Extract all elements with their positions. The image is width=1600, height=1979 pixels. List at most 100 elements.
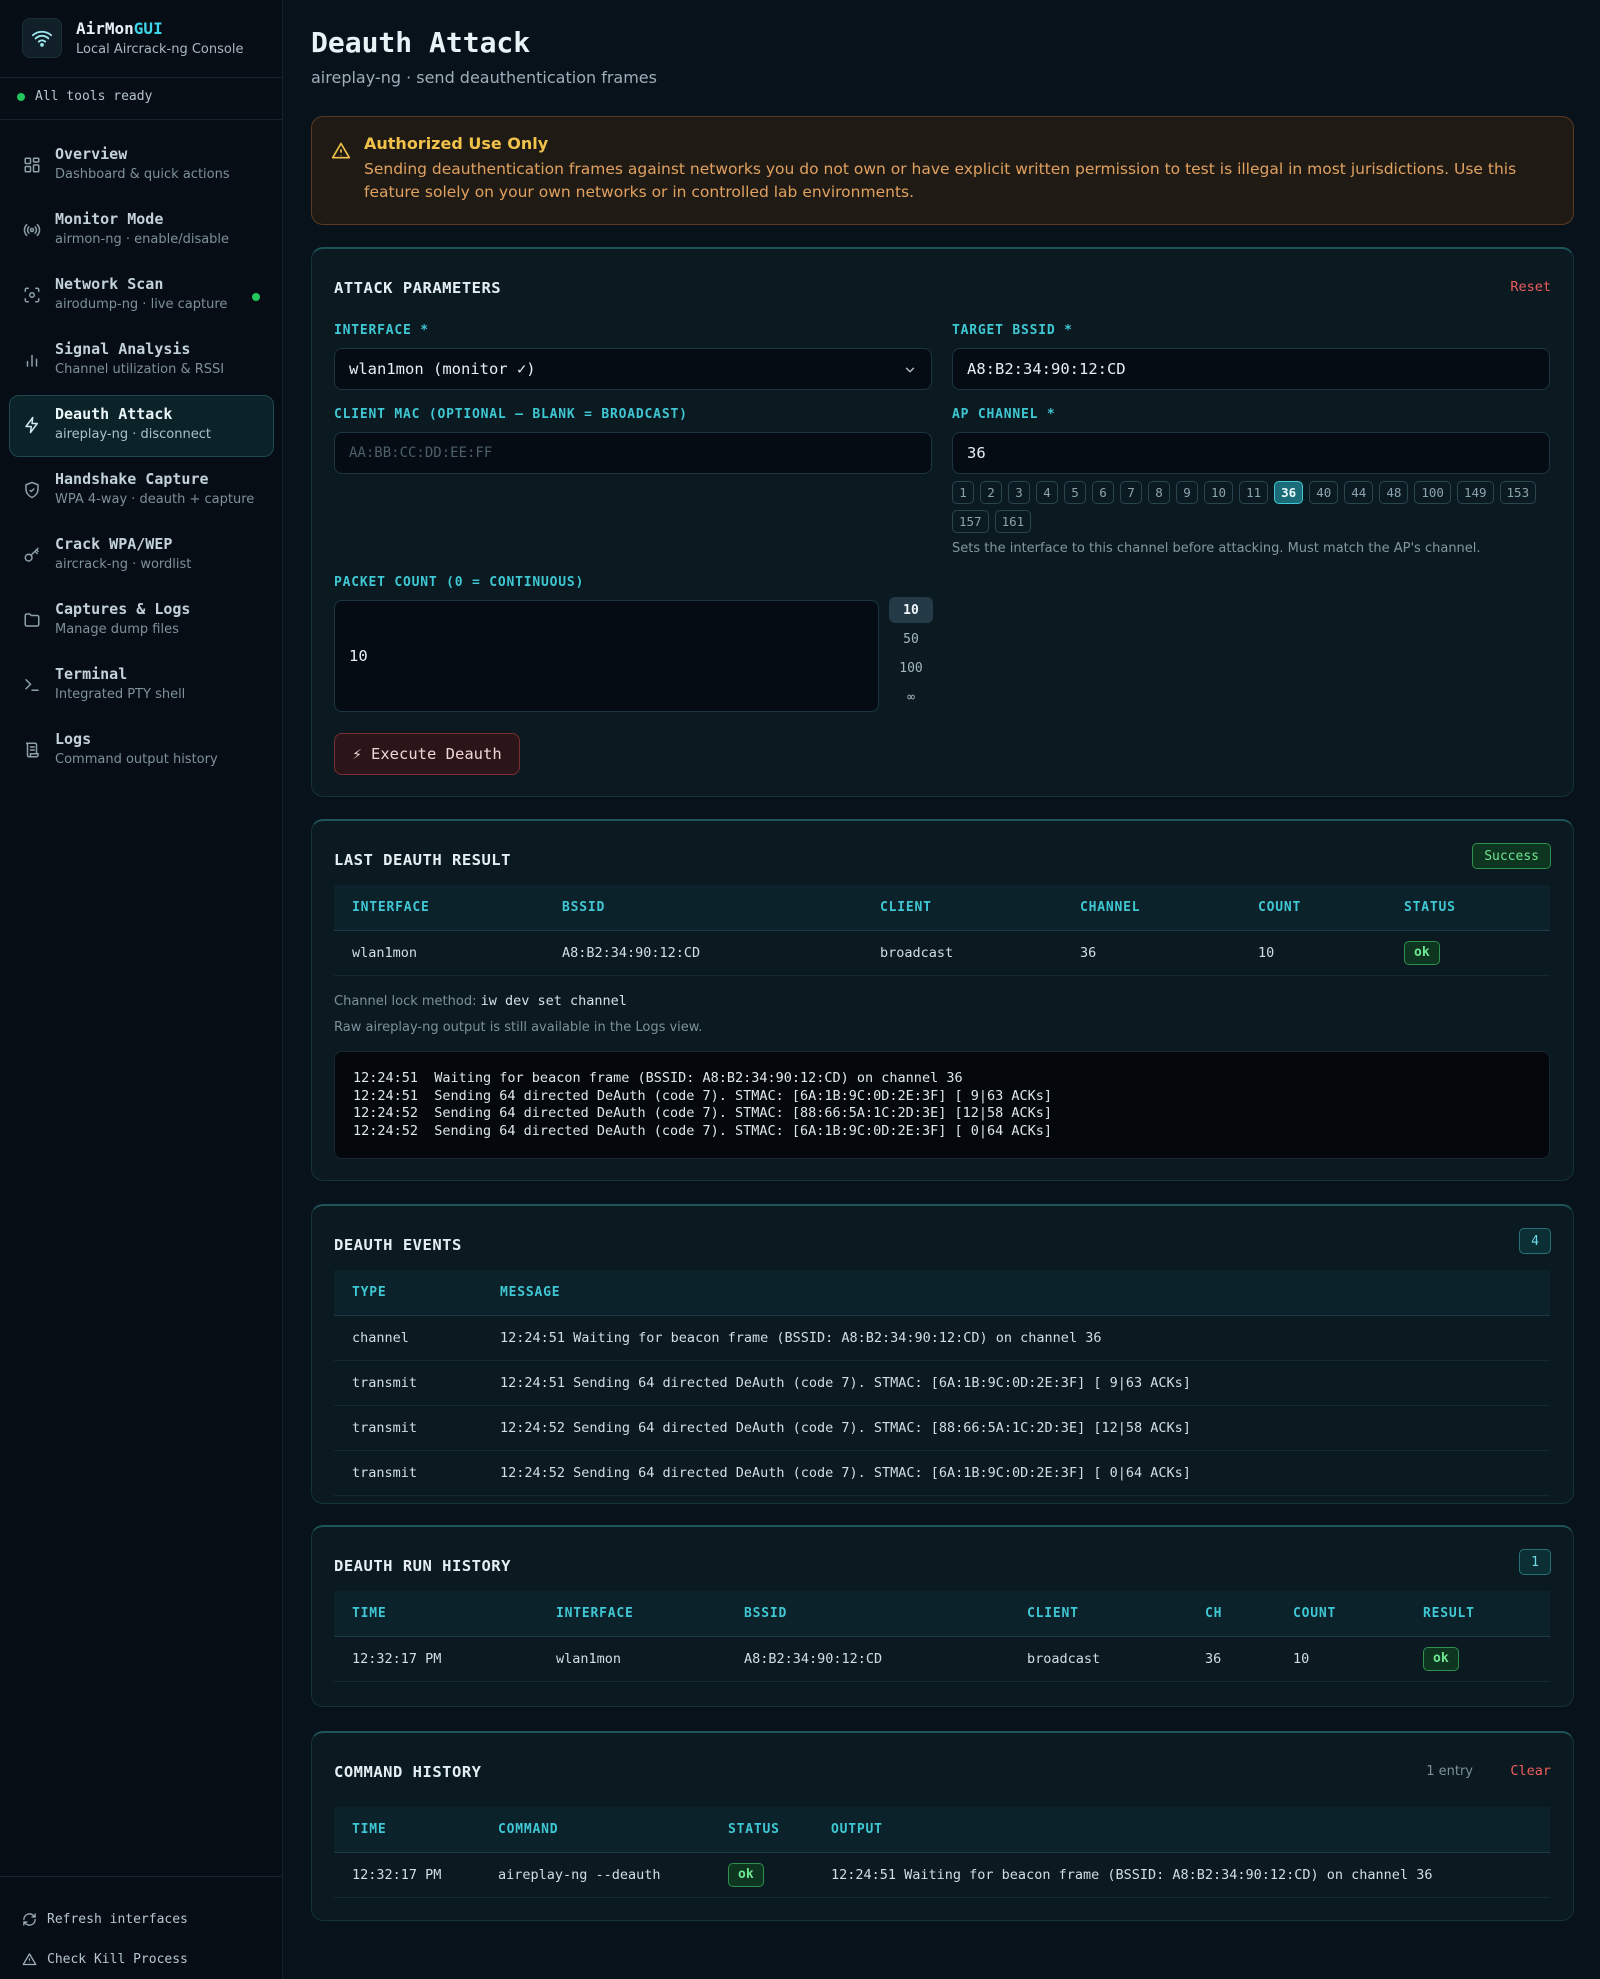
sidebar-item-captures[interactable]: Captures & Logs Manage dump files bbox=[9, 590, 274, 652]
channel-chip[interactable]: 1 bbox=[952, 481, 974, 504]
channel-hint: Sets the interface to this channel befor… bbox=[952, 541, 1481, 556]
channel-chip[interactable]: 157 bbox=[952, 510, 989, 533]
channel-chip[interactable]: 48 bbox=[1379, 481, 1409, 504]
channel-chip[interactable]: 100 bbox=[1414, 481, 1451, 504]
sidebar-nav: Overview Dashboard & quick actions Monit… bbox=[9, 135, 274, 785]
channel-chip[interactable]: 161 bbox=[994, 510, 1032, 533]
channel-chip[interactable]: 5 bbox=[1064, 481, 1086, 504]
interface-label: INTERFACE * bbox=[334, 323, 429, 338]
table-row: 12:32:17 PM wlan1mon A8:B2:34:90:12:CD b… bbox=[334, 1636, 1550, 1682]
cell: wlan1mon bbox=[538, 1636, 726, 1682]
nav-label: Signal Analysis bbox=[55, 340, 191, 358]
channel-chip[interactable]: 11 bbox=[1239, 481, 1269, 504]
column-header: BSSID bbox=[726, 1591, 1009, 1637]
interface-select[interactable]: wlan1mon (monitor ✓) bbox=[334, 348, 932, 390]
active-scan-dot bbox=[252, 293, 260, 301]
shield-icon bbox=[25, 481, 39, 499]
warning-icon bbox=[331, 142, 351, 159]
zap-icon bbox=[25, 416, 38, 434]
column-header: CLIENT bbox=[1009, 1591, 1187, 1637]
nav-sub: airmon-ng · enable/disable bbox=[55, 232, 230, 247]
target-bssid-input[interactable]: A8:B2:34:90:12:CD bbox=[952, 348, 1550, 390]
console-line: 12:24:52 Sending 64 directed DeAuth (cod… bbox=[353, 1105, 1052, 1122]
status-badge: Success bbox=[1472, 843, 1551, 869]
ap-channel-input[interactable]: 36 bbox=[952, 432, 1550, 474]
nav-label: Deauth Attack bbox=[55, 405, 173, 423]
channel-chip[interactable]: 153 bbox=[1499, 481, 1537, 504]
nav-label: Terminal bbox=[55, 665, 128, 683]
sidebar-item-monitor-mode[interactable]: Monitor Mode airmon-ng · enable/disable bbox=[9, 200, 274, 262]
nav-sub: Channel utilization & RSSI bbox=[55, 362, 225, 377]
table-row: transmit 12:24:52 Sending 64 directed DeA… bbox=[334, 1405, 1550, 1451]
nav-label: Overview bbox=[55, 145, 128, 163]
table-row[interactable]: 12:32:17 PM aireplay-ng --deauth ok 12:2… bbox=[334, 1852, 1550, 1898]
cell: 12:32:17 PM bbox=[334, 1852, 480, 1898]
sidebar-item-handshake-capture[interactable]: Handshake Capture WPA 4-way · deauth + c… bbox=[9, 460, 274, 522]
card-title: DEAUTH RUN HISTORY bbox=[334, 1557, 511, 1575]
packet-count-presets: 10 50 100 ∞ bbox=[889, 597, 933, 713]
terminal-icon bbox=[25, 679, 39, 691]
sidebar-item-signal-analysis[interactable]: Signal Analysis Channel utilization & RS… bbox=[9, 330, 274, 392]
channel-chip[interactable]: 7 bbox=[1120, 481, 1142, 504]
tools-status: All tools ready bbox=[17, 89, 152, 104]
cell: transmit bbox=[334, 1360, 482, 1406]
column-header: RESULT bbox=[1405, 1591, 1550, 1637]
cell: 10 bbox=[1275, 1636, 1405, 1682]
channel-chip[interactable]: 10 bbox=[1204, 481, 1234, 504]
sidebar-item-crack[interactable]: Crack WPA/WEP aircrack-ng · wordlist bbox=[9, 525, 274, 587]
deauth-events-card: DEAUTH EVENTS 4 TYPE MESSAGE channel 12:2… bbox=[311, 1204, 1574, 1504]
table-row: wlan1mon A8:B2:34:90:12:CD broadcast 36 … bbox=[334, 930, 1550, 976]
page-subtitle: aireplay-ng · send deauthentication fram… bbox=[311, 68, 657, 87]
sidebar-item-terminal[interactable]: Terminal Integrated PTY shell bbox=[9, 655, 274, 717]
output-console: 12:24:51 Waiting for beacon frame (BSSID… bbox=[334, 1051, 1550, 1159]
sidebar-footer: Refresh interfaces Check Kill Process bbox=[0, 1876, 283, 1979]
wifi-icon bbox=[22, 18, 62, 58]
channel-chip[interactable]: 9 bbox=[1176, 481, 1198, 504]
execute-deauth-button[interactable]: ⚡ Execute Deauth bbox=[334, 733, 520, 775]
nav-sub: Dashboard & quick actions bbox=[55, 167, 230, 182]
column-header: INTERFACE bbox=[538, 1591, 726, 1637]
check-kill-process-button[interactable]: Check Kill Process bbox=[0, 1939, 283, 1979]
cell: transmit bbox=[334, 1450, 482, 1496]
cell: A8:B2:34:90:12:CD bbox=[726, 1636, 1009, 1682]
column-header: COUNT bbox=[1275, 1591, 1405, 1637]
channel-chip[interactable]: 6 bbox=[1092, 481, 1114, 504]
client-mac-input[interactable]: AA:BB:CC:DD:EE:FF bbox=[334, 432, 932, 474]
channel-chip[interactable]: 4 bbox=[1036, 481, 1058, 504]
chevron-down-icon bbox=[905, 367, 915, 373]
bssid-label: TARGET BSSID * bbox=[952, 323, 1073, 338]
scroll-icon bbox=[25, 742, 39, 758]
column-header: MESSAGE bbox=[482, 1270, 1550, 1316]
bar-chart-icon bbox=[26, 354, 38, 367]
cell: wlan1mon bbox=[334, 930, 544, 976]
count-preset[interactable]: ∞ bbox=[889, 684, 933, 710]
count-preset[interactable]: 100 bbox=[889, 655, 933, 681]
nav-label: Monitor Mode bbox=[55, 210, 164, 228]
channel-chip[interactable]: 40 bbox=[1309, 481, 1339, 504]
channel-chip[interactable]: 44 bbox=[1344, 481, 1374, 504]
column-header: TYPE bbox=[334, 1270, 482, 1316]
count-preset[interactable]: 50 bbox=[889, 626, 933, 652]
channel-chip[interactable]: 2 bbox=[980, 481, 1002, 504]
refresh-icon bbox=[23, 1912, 36, 1926]
packet-count-input[interactable]: 10 bbox=[334, 600, 879, 712]
nav-sub: aircrack-ng · wordlist bbox=[55, 557, 192, 572]
sidebar-item-deauth-attack[interactable]: Deauth Attack aireplay-ng · disconnect bbox=[9, 395, 274, 457]
channel-chip-selected[interactable]: 36 bbox=[1274, 481, 1304, 504]
column-header: TIME bbox=[334, 1591, 538, 1637]
column-header: CH bbox=[1187, 1591, 1275, 1637]
app-subtitle: Local Aircrack-ng Console bbox=[76, 42, 244, 57]
sidebar-item-overview[interactable]: Overview Dashboard & quick actions bbox=[9, 135, 274, 197]
channel-chip[interactable]: 149 bbox=[1456, 481, 1494, 504]
count-preset-selected[interactable]: 10 bbox=[889, 597, 933, 623]
reset-button[interactable]: Reset bbox=[1510, 279, 1551, 295]
channel-chip[interactable]: 8 bbox=[1148, 481, 1170, 504]
clear-button[interactable]: Clear bbox=[1510, 1763, 1551, 1779]
authorized-use-warning: Authorized Use Only Sending deauthentica… bbox=[311, 116, 1574, 225]
cell: transmit bbox=[334, 1405, 482, 1451]
grid-icon bbox=[24, 157, 40, 173]
channel-chip[interactable]: 3 bbox=[1008, 481, 1030, 504]
sidebar-item-logs[interactable]: Logs Command output history bbox=[9, 720, 274, 782]
refresh-interfaces-button[interactable]: Refresh interfaces bbox=[0, 1899, 283, 1939]
sidebar-item-network-scan[interactable]: Network Scan airodump-ng · live capture bbox=[9, 265, 274, 327]
